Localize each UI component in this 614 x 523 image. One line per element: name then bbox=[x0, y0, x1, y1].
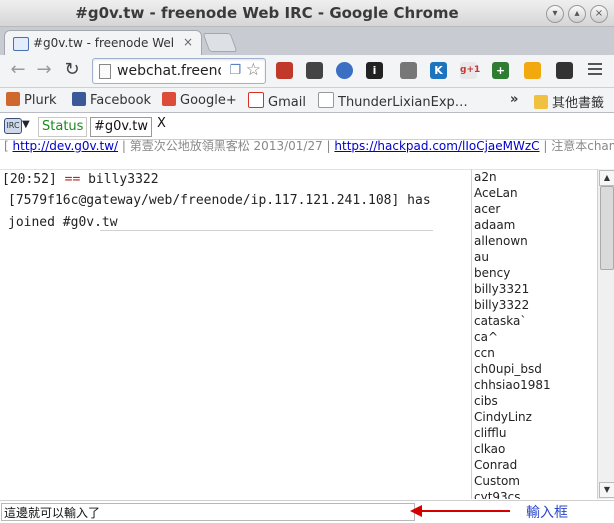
address-bar[interactable]: webchat.freenode ❐ ☆ bbox=[92, 58, 266, 84]
bookmarks-overflow-chevron[interactable]: » bbox=[510, 92, 518, 107]
browser-tab-label: #g0v.tw - freenode Web bbox=[33, 36, 173, 50]
chat-log: [20:52] == billy3322 [7579f16c@gateway/w… bbox=[0, 170, 470, 500]
irc-logo-icon[interactable]: IRC bbox=[4, 118, 22, 134]
nick-list-item[interactable]: clkao bbox=[472, 441, 598, 457]
nick-list-item[interactable]: ccn bbox=[472, 345, 598, 361]
nick-list-item[interactable]: a2n bbox=[472, 169, 598, 185]
scroll-thumb[interactable] bbox=[600, 186, 614, 270]
irc-menu-caret-icon[interactable]: ▼ bbox=[22, 119, 30, 130]
nick-list: a2n AceLan acer adaam allenown au bency billy33… bbox=[471, 169, 598, 499]
nick-list-item[interactable]: acer bbox=[472, 201, 598, 217]
bookmark-star-icon[interactable]: ☆ bbox=[246, 60, 261, 80]
plurk-icon bbox=[6, 92, 20, 106]
mail-extension-icon[interactable] bbox=[306, 62, 323, 79]
scroll-down-icon[interactable]: ▼ bbox=[599, 482, 614, 498]
info-extension-icon[interactable]: i bbox=[366, 62, 383, 79]
nick-list-item[interactable]: au bbox=[472, 249, 598, 265]
nick-list-item[interactable]: cataska` bbox=[472, 313, 598, 329]
page-action-icon[interactable]: ❐ bbox=[229, 63, 241, 78]
chat-message: [20:52] == billy3322 bbox=[2, 169, 159, 191]
folder-icon bbox=[534, 95, 548, 109]
message-input[interactable] bbox=[1, 503, 415, 521]
bookmark-googleplus[interactable]: Google+ bbox=[162, 92, 237, 108]
topic-link-hackpad[interactable]: https://hackpad.com/lIoCjaeMWzC bbox=[334, 139, 539, 153]
nick-list-item[interactable]: CindyLinz bbox=[472, 409, 598, 425]
nick-list-item[interactable]: cibs bbox=[472, 393, 598, 409]
nick-list-item[interactable]: Custom bbox=[472, 473, 598, 489]
annotation-label: 輸入框 bbox=[526, 505, 568, 521]
nick-list-item[interactable]: billy3322 bbox=[472, 297, 598, 313]
page-icon bbox=[99, 64, 111, 79]
googleplus-icon bbox=[162, 92, 176, 106]
irc-tab-status[interactable]: Status bbox=[38, 117, 88, 137]
nick-list-item[interactable]: AceLan bbox=[472, 185, 598, 201]
nick-list-item[interactable]: clifflu bbox=[472, 425, 598, 441]
annotation-arrow bbox=[414, 510, 510, 512]
irc-tabbar: IRC ▼ Status #g0v.tw X bbox=[0, 113, 614, 140]
bookmark-gmail[interactable]: Gmail bbox=[248, 92, 306, 110]
nick-list-item[interactable]: bency bbox=[472, 265, 598, 281]
k-extension-icon[interactable]: K bbox=[430, 62, 447, 79]
address-url[interactable]: webchat.freenode bbox=[117, 63, 221, 79]
gmail-icon bbox=[248, 92, 264, 108]
browser-toolbar: ← → ↻ webchat.freenode ❐ ☆ i K g+1 + bbox=[0, 55, 614, 88]
message-nick: billy3322 bbox=[88, 172, 159, 187]
irc-tab-channel[interactable]: #g0v.tw bbox=[90, 117, 152, 137]
close-window-icon[interactable]: × bbox=[590, 5, 608, 23]
irc-favicon-icon bbox=[13, 37, 29, 51]
bookmark-extension-icon[interactable] bbox=[276, 62, 293, 79]
nicklist-scrollbar[interactable]: ▲ ▼ bbox=[597, 169, 614, 499]
browser-tab[interactable]: #g0v.tw - freenode Web × bbox=[4, 30, 202, 56]
add-extension-icon[interactable]: + bbox=[492, 62, 509, 79]
page-bookmark-icon bbox=[318, 92, 334, 108]
bookmark-facebook[interactable]: Facebook bbox=[72, 92, 151, 108]
globe-extension-icon[interactable] bbox=[336, 62, 353, 79]
tab-close-icon[interactable]: × bbox=[183, 35, 193, 49]
topic-link-dev[interactable]: http://dev.g0v.tw/ bbox=[13, 139, 119, 153]
forward-icon[interactable]: → bbox=[34, 60, 54, 80]
nick-list-item[interactable]: billy3321 bbox=[472, 281, 598, 297]
message-timestamp: [20:52] bbox=[2, 172, 57, 187]
reload-icon[interactable]: ↻ bbox=[62, 60, 82, 80]
window-title: #g0v.tw - freenode Web IRC - Google Chro… bbox=[75, 4, 459, 22]
mobile-extension-icon[interactable] bbox=[524, 62, 541, 79]
nick-list-item[interactable]: allenown bbox=[472, 233, 598, 249]
nick-list-item[interactable]: ca^ bbox=[472, 329, 598, 345]
bookmark-other-folder[interactable]: 其他書籤 bbox=[534, 92, 604, 111]
irc-tab-close-icon[interactable]: X bbox=[157, 116, 166, 131]
minimize-icon[interactable]: ▾ bbox=[546, 5, 564, 23]
bookmarks-bar: Plurk Facebook Google+ Gmail ThunderLixi… bbox=[0, 88, 614, 113]
scroll-up-icon[interactable]: ▲ bbox=[599, 170, 614, 186]
nick-list-item[interactable]: cyt93cs_ bbox=[472, 489, 598, 499]
nick-list-item[interactable]: chhsiao1981 bbox=[472, 377, 598, 393]
nick-list-item[interactable]: ch0upi_bsd bbox=[472, 361, 598, 377]
maximize-icon[interactable]: ▴ bbox=[568, 5, 586, 23]
nick-list-item[interactable]: adaam bbox=[472, 217, 598, 233]
message-details: [7579f16c@gateway/web/freenode/ip.117.12… bbox=[8, 193, 431, 230]
channel-topic: [ http://dev.g0v.tw/ | 第壹次公地放領黑客松 2013/0… bbox=[0, 139, 614, 170]
input-bar: 輸入框 bbox=[0, 500, 614, 523]
browser-tabstrip: #g0v.tw - freenode Web × bbox=[0, 27, 614, 56]
join-marker: == bbox=[64, 172, 81, 187]
tool-extension-icon[interactable] bbox=[400, 62, 417, 79]
last-read-divider bbox=[100, 230, 433, 231]
facebook-icon bbox=[72, 92, 86, 106]
window-titlebar: #g0v.tw - freenode Web IRC - Google Chro… bbox=[0, 0, 614, 27]
nick-list-item[interactable]: Conrad bbox=[472, 457, 598, 473]
gplus-extension-icon[interactable]: g+1 bbox=[460, 62, 480, 79]
bookmark-plurk[interactable]: Plurk bbox=[6, 92, 57, 108]
back-icon[interactable]: ← bbox=[8, 60, 28, 80]
avatar-extension-icon[interactable] bbox=[556, 62, 573, 79]
new-tab-button[interactable] bbox=[202, 33, 238, 52]
bookmark-thunderlixian[interactable]: ThunderLixianExp… bbox=[318, 92, 468, 110]
chrome-menu-icon[interactable] bbox=[588, 63, 602, 78]
